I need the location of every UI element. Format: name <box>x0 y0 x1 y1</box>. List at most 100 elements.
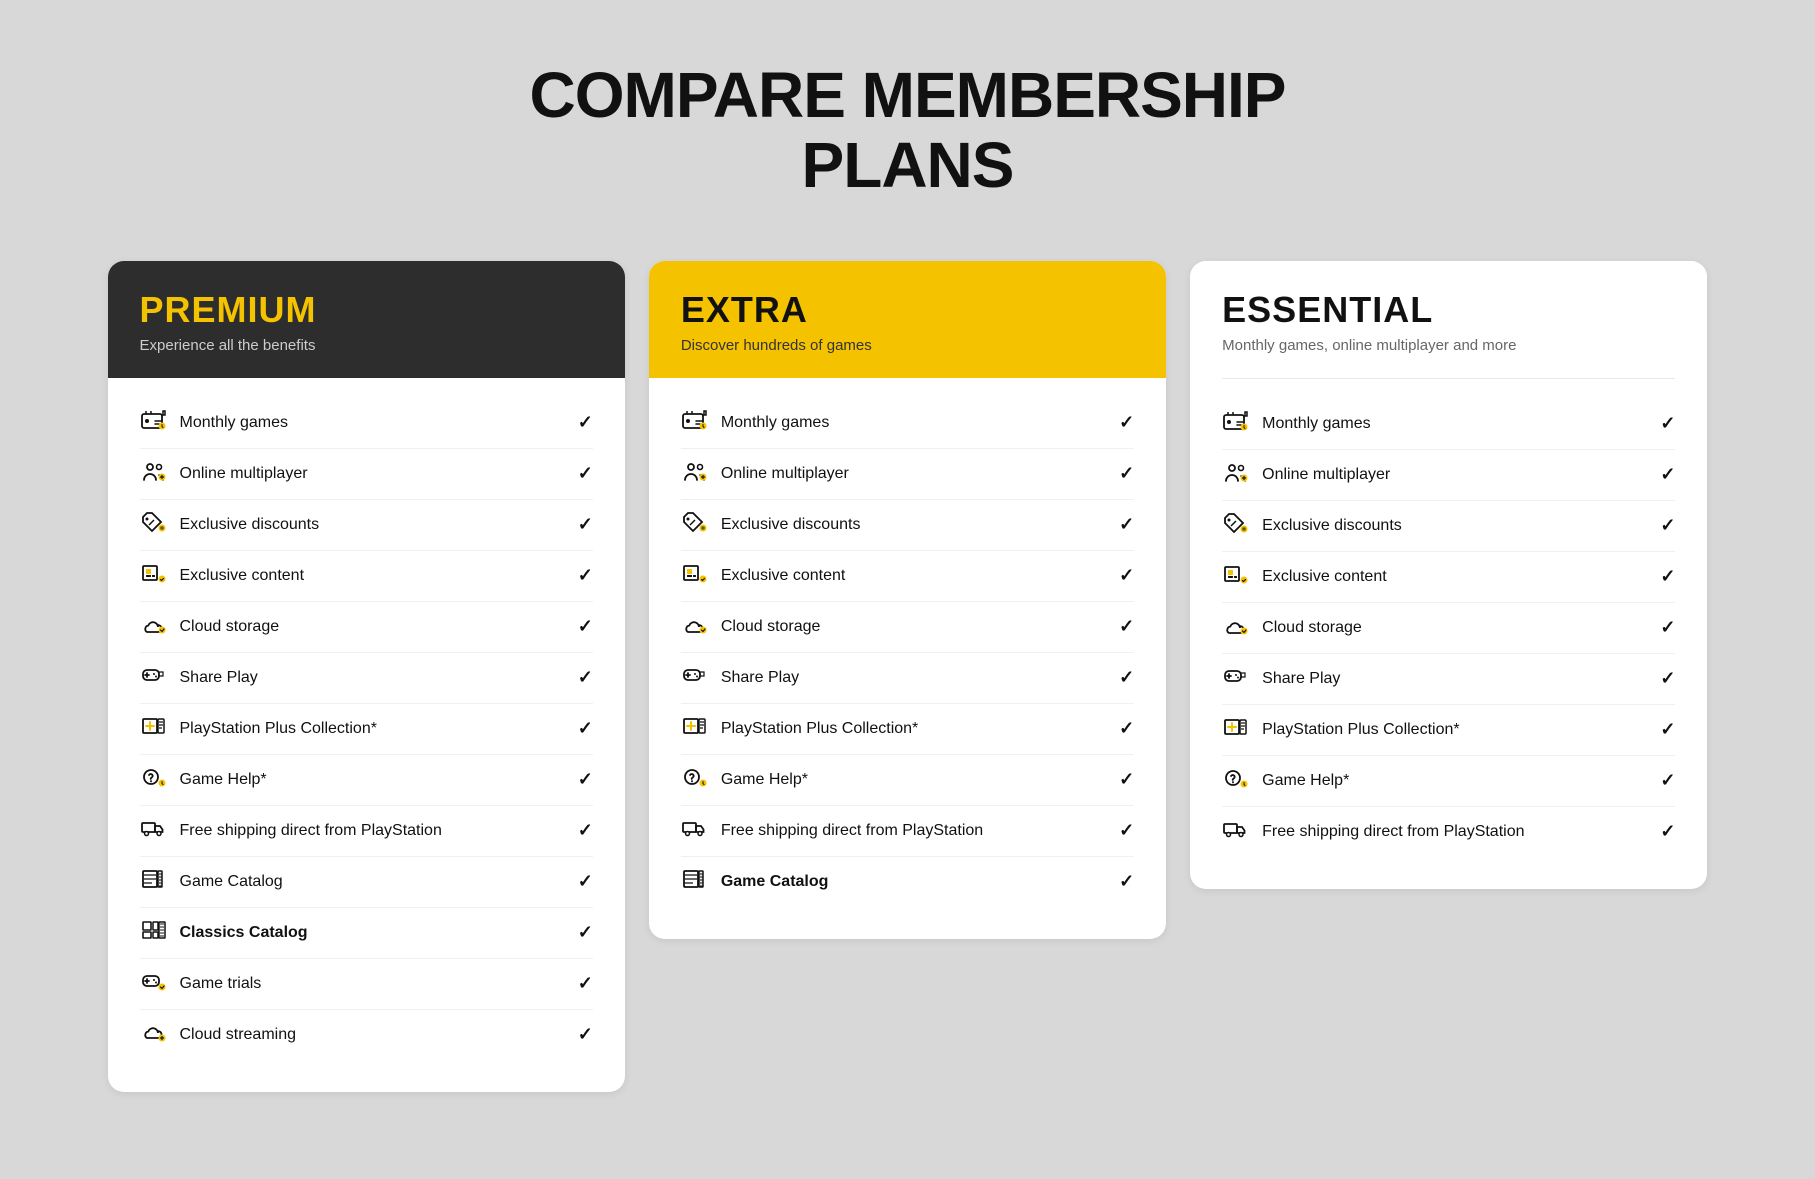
feature-label: PlayStation Plus Collection* <box>721 720 918 738</box>
feature-label: Cloud storage <box>721 618 821 636</box>
plan-header-essential: ESSENTIALMonthly games, online multiplay… <box>1190 261 1707 378</box>
feature-icon <box>140 919 168 947</box>
feature-row: Cloud storage✓ <box>1222 603 1675 654</box>
feature-icon <box>681 460 709 488</box>
feature-row: PlayStation Plus Collection* ✓ <box>140 704 593 755</box>
feature-row: Cloud streaming✓ <box>140 1010 593 1060</box>
feature-label: Cloud storage <box>180 618 280 636</box>
plan-name-extra: EXTRA <box>681 289 1134 331</box>
feature-icon <box>1222 461 1250 489</box>
feature-row: Share Play✓ <box>140 653 593 704</box>
plan-name-premium: PREMIUM <box>140 289 593 331</box>
feature-row: Share Play✓ <box>1222 654 1675 705</box>
plan-tagline-essential: Monthly games, online multiplayer and mo… <box>1222 337 1675 354</box>
feature-label: Free shipping direct from PlayStation <box>721 822 983 840</box>
feature-checkmark: ✓ <box>1119 718 1134 739</box>
feature-row: Monthly games✓ <box>1222 399 1675 450</box>
feature-icon <box>140 460 168 488</box>
feature-row: Classics Catalog✓ <box>140 908 593 959</box>
feature-label: Game Help* <box>1262 772 1349 790</box>
feature-checkmark: ✓ <box>578 718 593 739</box>
feature-label: Exclusive content <box>721 567 846 585</box>
plan-header-extra: EXTRA Discover hundreds of games <box>649 261 1166 378</box>
feature-checkmark: ✓ <box>578 922 593 943</box>
feature-label: Online multiplayer <box>180 465 308 483</box>
feature-icon <box>1222 563 1250 591</box>
feature-row: Exclusive discounts✓ <box>681 500 1134 551</box>
feature-label: PlayStation Plus Collection* <box>180 720 377 738</box>
feature-label: Monthly games <box>721 414 830 432</box>
plan-features-essential: Monthly games✓ Online multiplayer✓ Exclu… <box>1190 379 1707 889</box>
feature-checkmark: ✓ <box>578 1024 593 1045</box>
feature-row: Exclusive discounts✓ <box>1222 501 1675 552</box>
feature-checkmark: ✓ <box>1660 668 1675 689</box>
feature-label: Exclusive discounts <box>721 516 861 534</box>
feature-row: Game Help* ✓ <box>681 755 1134 806</box>
feature-label: Exclusive content <box>1262 568 1387 586</box>
feature-label: Free shipping direct from PlayStation <box>180 822 442 840</box>
feature-row: Exclusive discounts ✓ <box>140 500 593 551</box>
feature-checkmark: ✓ <box>1660 821 1675 842</box>
plan-card-premium: PREMIUMExperience all the benefits Month… <box>108 261 625 1092</box>
feature-checkmark: ✓ <box>578 514 593 535</box>
feature-checkmark: ✓ <box>578 973 593 994</box>
feature-icon <box>140 868 168 896</box>
feature-row: PlayStation Plus Collection*✓ <box>1222 705 1675 756</box>
feature-icon <box>1222 512 1250 540</box>
feature-icon <box>140 613 168 641</box>
feature-label: Share Play <box>721 669 799 687</box>
feature-label: Cloud storage <box>1262 619 1362 637</box>
feature-row: Cloud storage ✓ <box>681 602 1134 653</box>
feature-checkmark: ✓ <box>1119 871 1134 892</box>
feature-label: Game Catalog <box>721 873 829 891</box>
feature-icon <box>140 817 168 845</box>
feature-checkmark: ✓ <box>1119 820 1134 841</box>
feature-icon <box>1222 665 1250 693</box>
feature-icon <box>681 409 709 437</box>
feature-row: Online multiplayer✓ <box>140 449 593 500</box>
feature-row: Game Catalog ✓ <box>681 857 1134 907</box>
feature-checkmark: ✓ <box>1119 616 1134 637</box>
feature-label: Exclusive content <box>180 567 305 585</box>
feature-label: Monthly games <box>180 414 289 432</box>
feature-label: Monthly games <box>1262 415 1371 433</box>
feature-icon <box>140 511 168 539</box>
feature-checkmark: ✓ <box>578 769 593 790</box>
feature-row: Game Catalog ✓ <box>140 857 593 908</box>
feature-row: PlayStation Plus Collection* ✓ <box>681 704 1134 755</box>
feature-checkmark: ✓ <box>1119 769 1134 790</box>
feature-checkmark: ✓ <box>578 616 593 637</box>
feature-icon <box>1222 767 1250 795</box>
feature-row: Exclusive content✓ <box>681 551 1134 602</box>
feature-icon <box>1222 614 1250 642</box>
feature-label: Exclusive discounts <box>180 516 320 534</box>
feature-row: Monthly games✓ <box>681 398 1134 449</box>
feature-icon <box>681 868 709 896</box>
feature-icon <box>140 970 168 998</box>
feature-icon <box>140 1021 168 1049</box>
feature-icon <box>681 766 709 794</box>
feature-row: Exclusive content✓ <box>140 551 593 602</box>
feature-label: Online multiplayer <box>721 465 849 483</box>
plan-header-premium: PREMIUMExperience all the benefits <box>108 261 625 378</box>
plan-tagline-extra: Discover hundreds of games <box>681 337 1134 354</box>
feature-label: PlayStation Plus Collection* <box>1262 721 1459 739</box>
feature-checkmark: ✓ <box>1660 566 1675 587</box>
feature-row: Free shipping direct from PlayStation✓ <box>140 806 593 857</box>
plan-features-extra: Monthly games✓ Online multiplayer✓ Exclu… <box>649 378 1166 939</box>
feature-label: Online multiplayer <box>1262 466 1390 484</box>
feature-icon <box>681 562 709 590</box>
feature-row: Exclusive content ✓ <box>1222 552 1675 603</box>
feature-label: Game Help* <box>721 771 808 789</box>
feature-label: Game Catalog <box>180 873 283 891</box>
feature-checkmark: ✓ <box>1660 464 1675 485</box>
feature-icon <box>140 766 168 794</box>
feature-row: Online multiplayer ✓ <box>1222 450 1675 501</box>
feature-checkmark: ✓ <box>1660 515 1675 536</box>
feature-row: Game Help*✓ <box>1222 756 1675 807</box>
feature-checkmark: ✓ <box>578 871 593 892</box>
feature-label: Game Help* <box>180 771 267 789</box>
feature-icon <box>681 715 709 743</box>
feature-row: Monthly games✓ <box>140 398 593 449</box>
feature-checkmark: ✓ <box>1119 463 1134 484</box>
